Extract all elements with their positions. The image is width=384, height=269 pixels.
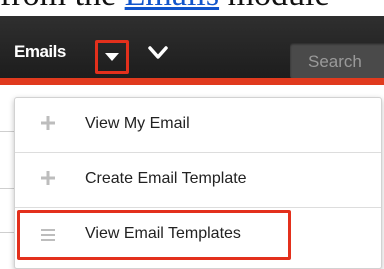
emails-dropdown-menu: View My Email Create Email Template View… — [14, 97, 382, 269]
menu-item-create-email-template[interactable]: Create Email Template — [15, 153, 381, 208]
doc-text: from the Emails module — [0, 0, 384, 12]
global-search-input[interactable]: Search — [290, 43, 384, 79]
menu-item-label: View Email Templates — [85, 225, 241, 242]
chevron-down-icon[interactable] — [148, 46, 168, 60]
search-placeholder: Search — [308, 52, 362, 71]
navbar-accent-bar — [0, 78, 384, 85]
menu-item-label: View My Email — [85, 115, 190, 132]
doc-text-suffix: module — [219, 0, 330, 13]
emails-dropdown-toggle[interactable] — [95, 40, 129, 74]
plus-icon — [41, 171, 55, 185]
emails-module-tab[interactable]: Emails — [14, 42, 66, 62]
doc-text-prefix: from the — [0, 0, 125, 13]
background-divider — [0, 188, 14, 189]
menu-item-view-my-email[interactable]: View My Email — [15, 98, 381, 153]
background-divider — [0, 131, 14, 132]
background-divider — [0, 232, 14, 233]
menu-item-label: Create Email Template — [85, 170, 247, 187]
emails-module-link[interactable]: Emails — [125, 0, 219, 13]
top-navbar: Emails Search — [0, 16, 384, 79]
caret-down-icon — [105, 53, 119, 61]
plus-icon — [41, 116, 55, 130]
list-icon — [41, 229, 55, 241]
